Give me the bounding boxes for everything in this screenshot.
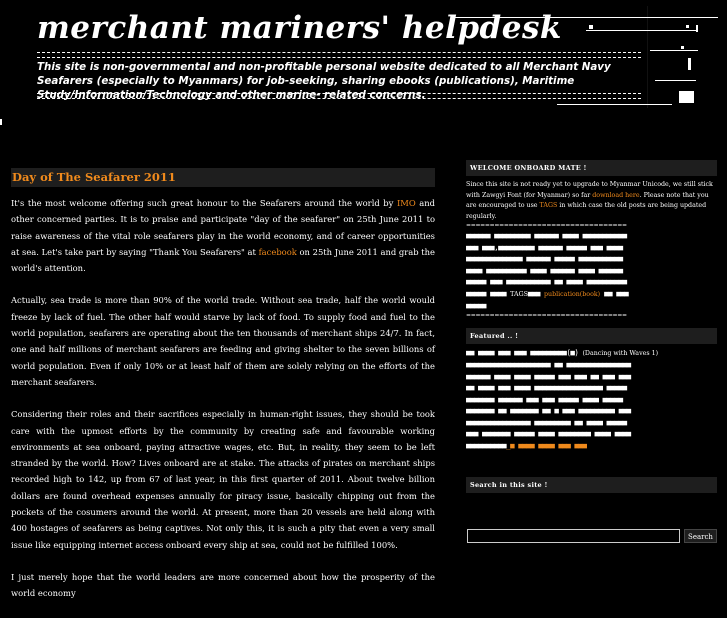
publication-link[interactable]: publication(book) xyxy=(544,291,600,298)
welcome-widget-title: WELCOME ONBOARD MATE ! xyxy=(466,160,717,176)
post-paragraph: Actually, sea trade is more than 90% of … xyxy=(11,295,435,387)
header-divider xyxy=(37,93,641,99)
welcome-widget-text: Since this site is not ready yet to upgr… xyxy=(466,176,717,222)
featured-text-row: ■■■■■■ ■■■■ ■■■■ ■■■■■ ■■■ ■■■ ■■ ■■■ ■■… xyxy=(466,371,631,381)
tags-link[interactable]: TAGS xyxy=(540,202,558,209)
header-divider xyxy=(37,52,641,58)
featured-text-row: ■■■■■■■ ■■ ■■■■■■■ ■■ ■ ■■■ ■■■■■■■■■ ■■… xyxy=(466,406,631,415)
search-input[interactable] xyxy=(467,529,680,543)
featured-text-row: ■■ ■■■■ ■■■ ■■■ ■■■■■■■■■(■) (Dancing wi… xyxy=(466,347,659,357)
nav-line xyxy=(655,80,696,81)
myanmar-text-row: ■■■■■ ■■■ ■■■■■■■■■■■ ■■ ■■■■ ■■■■■■■■■■ xyxy=(466,277,627,286)
site-search: Search xyxy=(466,527,717,545)
featured-text-row: ■■ ■■■■ ■■■ ■■■■ ■■■■■■■■■■■■■■■■■ ■■■■■ xyxy=(466,383,627,392)
nav-line xyxy=(557,104,672,105)
nav-marker xyxy=(681,46,684,49)
separator-line: ================================== xyxy=(466,311,627,319)
nav-marker xyxy=(589,25,593,29)
page-edge-marker xyxy=(0,119,2,125)
main-content: Day of The Seafarer 2011 It's the most w… xyxy=(11,168,435,618)
header-search-box[interactable] xyxy=(679,91,694,103)
post-paragraph: It's the most welcome offering such grea… xyxy=(11,195,435,276)
separator-line: ================================== xyxy=(466,222,627,229)
nav-line xyxy=(650,50,698,51)
featured-text-row: ■■■■■■■■■■_■ ■■■■ ■■■■ ■■■ ■■■ xyxy=(466,440,587,450)
myanmar-text-row: ■■■■■■ ■■■■■■■■■ ■■■■■■ ■■■■ ■■■■■■■■■■■ xyxy=(466,231,627,240)
post-paragraph: Considering their roles and their sacrif… xyxy=(11,409,435,550)
featured-item-title[interactable]: (Dancing with Waves 1) xyxy=(582,350,658,357)
search-widget-title: Search in this site ! xyxy=(466,477,717,493)
download-link[interactable]: download here xyxy=(592,192,639,199)
nav-marker xyxy=(686,25,689,28)
search-button[interactable]: Search xyxy=(684,529,717,543)
featured-widget-title: Featured .. ! xyxy=(466,327,717,344)
myanmar-text-row: ■■■■■ ■■■■ TAGS■■■ publication(book) ■■ … xyxy=(466,288,629,298)
featured-text-row: ■■■■■■■■■■■■■■■■■■■■■ ■■ ■■■■■■■■■■■■■■■… xyxy=(466,360,631,369)
imo-link[interactable]: IMO xyxy=(397,198,416,208)
featured-text-row: ■■■ ■■■■■■■ ■■■■■ ■■■■ ■■■■■■■■ ■■■■ ■■■… xyxy=(466,429,631,438)
nav-marker xyxy=(696,25,698,32)
featured-text-row: ■■■■■■■■■■■■■■■■ ■■■■■■■■■ ■■ ■■■■ ■■■■■ xyxy=(466,417,627,427)
site-header: merchant mariners' helpdesk This site is… xyxy=(0,0,727,118)
myanmar-text-row: ■■■■ ■■■■■■■■■■ ■■■■ ■■■■■■ ■■■■ ■■■■■■ xyxy=(466,265,623,275)
post-body: It's the most welcome offering such grea… xyxy=(11,195,435,602)
myanmar-text-row: ■■■■■ xyxy=(466,301,487,310)
post-title[interactable]: Day of The Seafarer 2011 xyxy=(11,168,435,187)
post-text: It's the most welcome offering such grea… xyxy=(11,198,397,208)
post-paragraph: I just merely hope that the world leader… xyxy=(11,571,435,599)
sidebar: WELCOME ONBOARD MATE ! Since this site i… xyxy=(466,160,717,493)
myanmar-text-row: ■■■■■■■■■■■■■■ ■■■■■■ ■■■■■ ■■■■■■■■■■■ xyxy=(466,254,623,263)
nav-line xyxy=(455,17,718,18)
facebook-link[interactable]: facebook xyxy=(259,247,297,257)
nav-marker xyxy=(688,58,691,70)
featured-text-row: ■■■■■■■ ■■■■■■ ■■■ ■■■ ■■■■■ ■■■■ ■■■■■ xyxy=(466,394,623,404)
myanmar-text-row: ■■■ ■■■,■■■■■■■■■ ■■■■■■ ■■■■■ ■■■ ■■■■ xyxy=(466,242,623,252)
tags-label: TAGS xyxy=(510,290,528,298)
site-title[interactable]: merchant mariners' helpdesk xyxy=(37,10,562,46)
nav-line xyxy=(586,30,696,31)
header-banner: merchant mariners' helpdesk This site is… xyxy=(33,6,648,108)
